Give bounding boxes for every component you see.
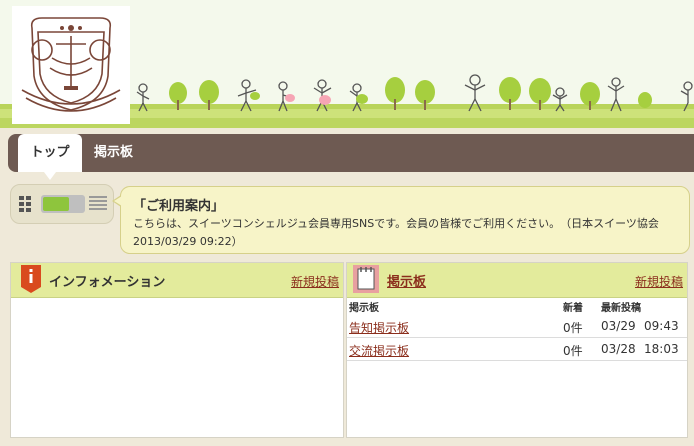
- memo-icon: [353, 265, 379, 293]
- header-banner: [0, 0, 694, 128]
- row-count: 0件: [563, 321, 583, 335]
- row-time: 09:43: [644, 319, 679, 333]
- row-count: 0件: [563, 344, 583, 358]
- row-date: 03/29: [601, 319, 636, 333]
- board-table-header: 掲示板 新着 最新投稿: [347, 299, 687, 314]
- table-row: 交流掲示板 0件 03/28 18:03: [347, 338, 687, 361]
- grid-view-icon[interactable]: [19, 196, 37, 212]
- row-date: 03/28: [601, 342, 636, 356]
- information-panel-header: インフォメーション 新規投稿: [11, 263, 343, 298]
- row-time: 18:03: [644, 342, 679, 356]
- information-title: インフォメーション: [49, 275, 166, 290]
- view-switch[interactable]: [41, 195, 85, 213]
- board-panel-header: 掲示板 新規投稿: [347, 263, 687, 298]
- board-panel: 掲示板 新規投稿 掲示板 新着 最新投稿 告知掲示板 0件 03/29 09:4…: [346, 262, 688, 438]
- association-crest-icon: [21, 17, 121, 112]
- board-new-post-link[interactable]: 新規投稿: [635, 273, 683, 290]
- list-view-icon[interactable]: [89, 196, 107, 212]
- board-link-exchange[interactable]: 交流掲示板: [349, 342, 409, 359]
- col-header-latest: 最新投稿: [601, 303, 641, 314]
- view-toggle: [10, 184, 114, 224]
- nav-tab-top[interactable]: トップ: [18, 134, 82, 180]
- main-nav: トップ 掲示板: [8, 134, 694, 180]
- board-title-link[interactable]: 掲示板: [387, 271, 426, 290]
- board-link-announcement[interactable]: 告知掲示板: [349, 319, 409, 336]
- col-header-board: 掲示板: [349, 303, 379, 314]
- usage-notice: 「ご利用案内」 こちらは、スイーツコンシェルジュ会員専用SNSです。会員の皆様で…: [112, 186, 690, 254]
- notice-body: こちらは、スイーツコンシェルジュ会員専用SNSです。会員の皆様でご利用ください。…: [133, 217, 659, 248]
- info-icon: [21, 265, 41, 293]
- switch-knob: [43, 197, 69, 211]
- table-row: 告知掲示板 0件 03/29 09:43: [347, 315, 687, 338]
- information-panel: インフォメーション 新規投稿: [10, 262, 344, 438]
- logo: [12, 6, 130, 124]
- col-header-new: 新着: [563, 303, 583, 314]
- nav-tab-board[interactable]: 掲示板: [94, 134, 133, 172]
- notice-title: 「ご利用案内」: [133, 199, 225, 214]
- information-new-post-link[interactable]: 新規投稿: [291, 273, 339, 290]
